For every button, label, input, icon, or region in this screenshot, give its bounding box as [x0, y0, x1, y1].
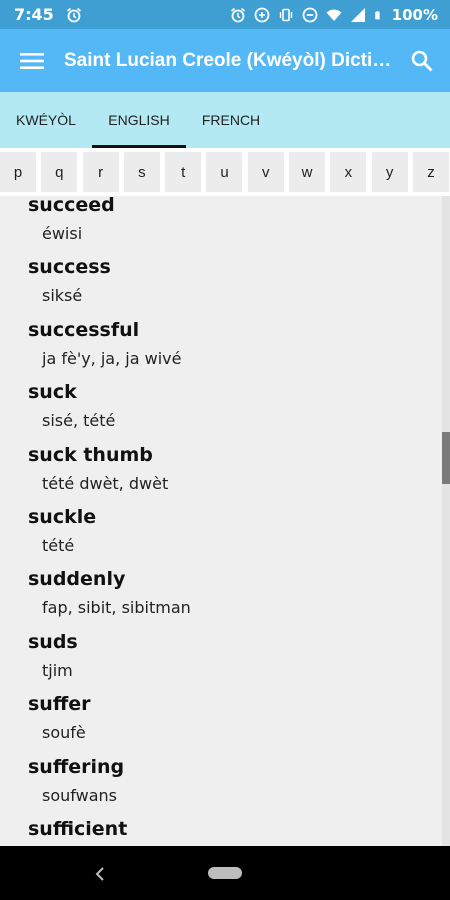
alarm-icon [230, 7, 245, 22]
entry-term: success [28, 256, 111, 279]
letter-button-p[interactable]: p [0, 152, 36, 192]
entry-term: suds [28, 630, 78, 653]
tab-english[interactable]: ENGLISH [92, 92, 186, 148]
letter-button-w[interactable]: w [289, 152, 326, 192]
entry-term: suckle [28, 505, 97, 528]
scrollbar-track[interactable] [442, 196, 450, 846]
entry-translation: sisé, tété [42, 411, 116, 431]
entry-translation: éwisi [42, 224, 83, 243]
list-item[interactable]: suck sisé, tété [28, 383, 450, 445]
app-bar: Saint Lucian Creole (Kwéyòl) Dictionary [0, 29, 450, 92]
list-item[interactable]: suddenly fap, sibit, sibitman [28, 570, 450, 632]
alarm-icon [66, 7, 81, 22]
letter-button-s[interactable]: s [123, 152, 160, 192]
letter-button-t[interactable]: t [165, 152, 202, 192]
list-item[interactable]: suck thumb tété dwèt, dwèt [28, 443, 450, 508]
hamburger-menu-icon [20, 52, 44, 69]
entry-translation: soufè [42, 723, 86, 743]
list-item[interactable]: sufficient [28, 817, 450, 846]
entry-translation: siksé [42, 286, 83, 306]
entry-term: suck thumb [28, 443, 153, 466]
language-tabs: KWÉYÒL ENGLISH FRENCH [0, 92, 450, 148]
entry-translation: tjim [42, 660, 73, 680]
entry-term: succeed [28, 196, 115, 216]
entry-term: suddenly [28, 568, 126, 591]
status-time: 7:45 [14, 5, 54, 24]
tab-label: KWÉYÒL [16, 112, 76, 128]
search-button[interactable] [394, 29, 450, 92]
data-saver-icon [254, 7, 270, 22]
entry-translation: ja fè'y, ja, ja wivé [42, 348, 182, 368]
list-item[interactable]: suffering soufwans [28, 755, 450, 820]
menu-button[interactable] [0, 29, 64, 92]
tab-kweyol[interactable]: KWÉYÒL [0, 92, 92, 148]
letter-button-v[interactable]: v [247, 152, 284, 192]
letter-button-y[interactable]: y [371, 152, 408, 192]
do-not-disturb-icon [302, 7, 318, 22]
letter-index-bar: p q r s t u v w x y z [0, 148, 450, 196]
entry-term: suffer [28, 693, 91, 716]
wifi-icon [326, 9, 342, 21]
letter-button-r[interactable]: r [82, 152, 119, 192]
entry-term: successful [28, 318, 140, 341]
vibrate-icon [279, 8, 292, 21]
system-nav-bar [0, 846, 450, 900]
back-icon[interactable] [88, 862, 112, 886]
scrollbar-thumb[interactable] [442, 432, 450, 484]
letter-button-u[interactable]: u [206, 152, 243, 192]
signal-icon [350, 7, 365, 22]
app-title: Saint Lucian Creole (Kwéyòl) Dictionary [64, 49, 394, 71]
tab-label: ENGLISH [108, 112, 170, 128]
entry-translation: soufwans [42, 785, 117, 805]
entry-term: suck [28, 381, 77, 404]
letter-button-q[interactable]: q [41, 152, 78, 192]
list-item[interactable]: suffer soufè [28, 695, 450, 757]
entry-translation: tété [42, 535, 75, 555]
list-item[interactable]: success siksé [28, 258, 450, 320]
entry-term: sufficient [28, 817, 128, 840]
letter-button-z[interactable]: z [412, 152, 449, 192]
letter-button-x[interactable]: x [330, 152, 367, 192]
list-item[interactable]: successful ja fè'y, ja, ja wivé [28, 318, 450, 383]
search-icon [411, 50, 433, 71]
status-bar: 7:45 100% [0, 0, 450, 29]
battery-percentage: 100% [391, 5, 438, 24]
entry-translation: fap, sibit, sibitman [42, 598, 191, 618]
entry-term: suffering [28, 755, 125, 778]
tab-french[interactable]: FRENCH [186, 92, 276, 148]
list-item[interactable]: succeed éwisi [28, 196, 450, 258]
word-list[interactable]: succeed éwisi success siksé successful j… [0, 196, 450, 846]
tab-label: FRENCH [201, 112, 261, 128]
battery-icon [374, 10, 380, 19]
list-item[interactable]: suckle tété [28, 505, 450, 570]
home-button[interactable] [208, 867, 242, 879]
list-item[interactable]: suds tjim [28, 630, 450, 695]
entry-translation: tété dwèt, dwèt [42, 473, 169, 493]
